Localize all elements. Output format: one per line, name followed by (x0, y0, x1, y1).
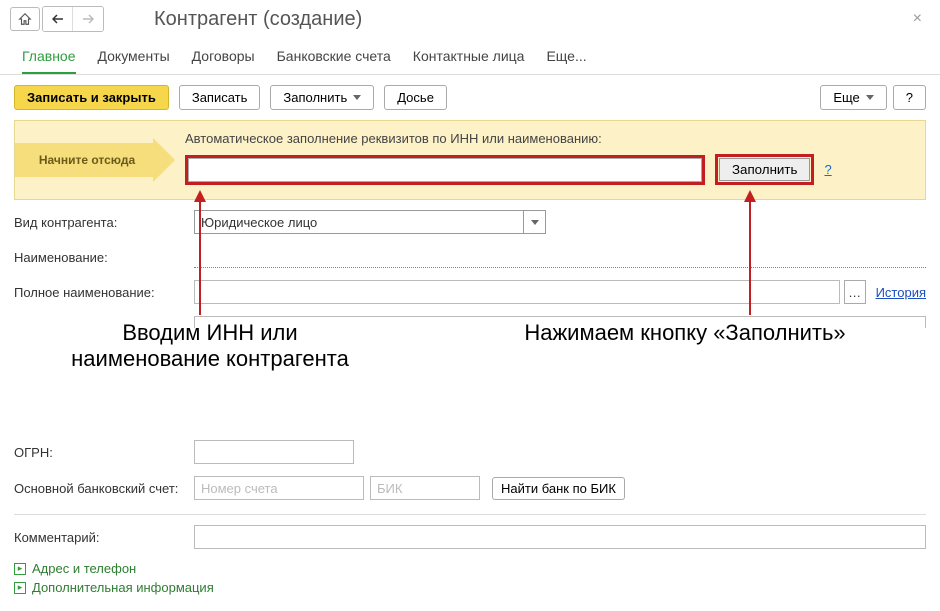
back-button[interactable] (43, 7, 73, 31)
bank-label: Основной банковский счет: (14, 481, 194, 496)
help-button[interactable]: ? (893, 85, 926, 110)
caret-down-icon (353, 95, 361, 100)
autofill-hint-block: Начните отсюда Автоматическое заполнение… (14, 120, 926, 200)
find-bank-button[interactable]: Найти банк по БИК (492, 477, 625, 500)
autofill-button[interactable]: Заполнить (719, 158, 810, 181)
tab-bank-accounts[interactable]: Банковские счета (277, 42, 391, 74)
home-button[interactable] (10, 7, 40, 31)
expand-extra[interactable]: ▸ Дополнительная информация (14, 580, 926, 595)
close-button[interactable]: × (905, 10, 930, 28)
name-label: Наименование: (14, 250, 194, 265)
home-icon (18, 12, 32, 26)
fill-button-highlight: Заполнить (715, 154, 814, 185)
nav-back-forward (42, 6, 104, 32)
tab-main[interactable]: Главное (22, 42, 76, 74)
expand-address[interactable]: ▸ Адрес и телефон (14, 561, 926, 576)
arrow-head-icon (153, 138, 175, 182)
type-select[interactable]: Юридическое лицо (194, 210, 546, 234)
account-input[interactable] (194, 476, 364, 500)
chevron-right-icon: ▸ (14, 582, 26, 594)
tab-contacts[interactable]: Контактные лица (413, 42, 525, 74)
history-link[interactable]: История (876, 285, 926, 300)
arrow-right-icon (82, 14, 94, 24)
bik-input[interactable] (370, 476, 480, 500)
fill-dropdown-label: Заполнить (283, 90, 347, 105)
comment-label: Комментарий: (14, 530, 194, 545)
autofill-help[interactable]: ? (824, 162, 831, 177)
name-input[interactable] (194, 246, 926, 268)
autofill-label: Автоматическое заполнение реквизитов по … (185, 131, 911, 146)
header-bar: Контрагент (создание) × (0, 0, 940, 36)
tab-documents[interactable]: Документы (98, 42, 170, 74)
toolbar: Записать и закрыть Записать Заполнить До… (0, 75, 940, 120)
start-here-arrow: Начните отсюда (15, 140, 175, 180)
comment-input[interactable] (194, 525, 926, 549)
full-name-input[interactable] (194, 280, 840, 304)
tab-bar: Главное Документы Договоры Банковские сч… (0, 36, 940, 75)
expand-address-label: Адрес и телефон (32, 561, 136, 576)
arrow-left-icon (52, 14, 64, 24)
expand-extra-label: Дополнительная информация (32, 580, 214, 595)
page-title: Контрагент (создание) (154, 8, 362, 31)
full-name-label: Полное наименование: (14, 285, 194, 300)
caret-down-icon (531, 220, 539, 225)
ogrn-input[interactable] (194, 440, 354, 464)
type-label: Вид контрагента: (14, 215, 194, 230)
more-label: Еще (833, 90, 859, 105)
dossier-button[interactable]: Досье (384, 85, 447, 110)
autofill-input[interactable] (185, 155, 705, 185)
tab-more[interactable]: Еще... (546, 42, 586, 74)
more-button[interactable]: Еще (820, 85, 886, 110)
caret-down-icon (866, 95, 874, 100)
ogrn-label: ОГРН: (14, 445, 194, 460)
chevron-right-icon: ▸ (14, 563, 26, 575)
type-value: Юридическое лицо (194, 210, 524, 234)
save-button[interactable]: Записать (179, 85, 261, 110)
tab-contracts[interactable]: Договоры (192, 42, 255, 74)
forward-button[interactable] (73, 7, 103, 31)
form-area: Вид контрагента: Юридическое лицо Наимен… (0, 200, 940, 595)
multiline-continuation[interactable] (194, 316, 926, 328)
start-here-label: Начните отсюда (15, 143, 153, 177)
type-caret[interactable] (524, 210, 546, 234)
save-close-button[interactable]: Записать и закрыть (14, 85, 169, 110)
full-name-dots-button[interactable]: … (844, 280, 866, 304)
separator (14, 514, 926, 515)
fill-dropdown-button[interactable]: Заполнить (270, 85, 374, 110)
